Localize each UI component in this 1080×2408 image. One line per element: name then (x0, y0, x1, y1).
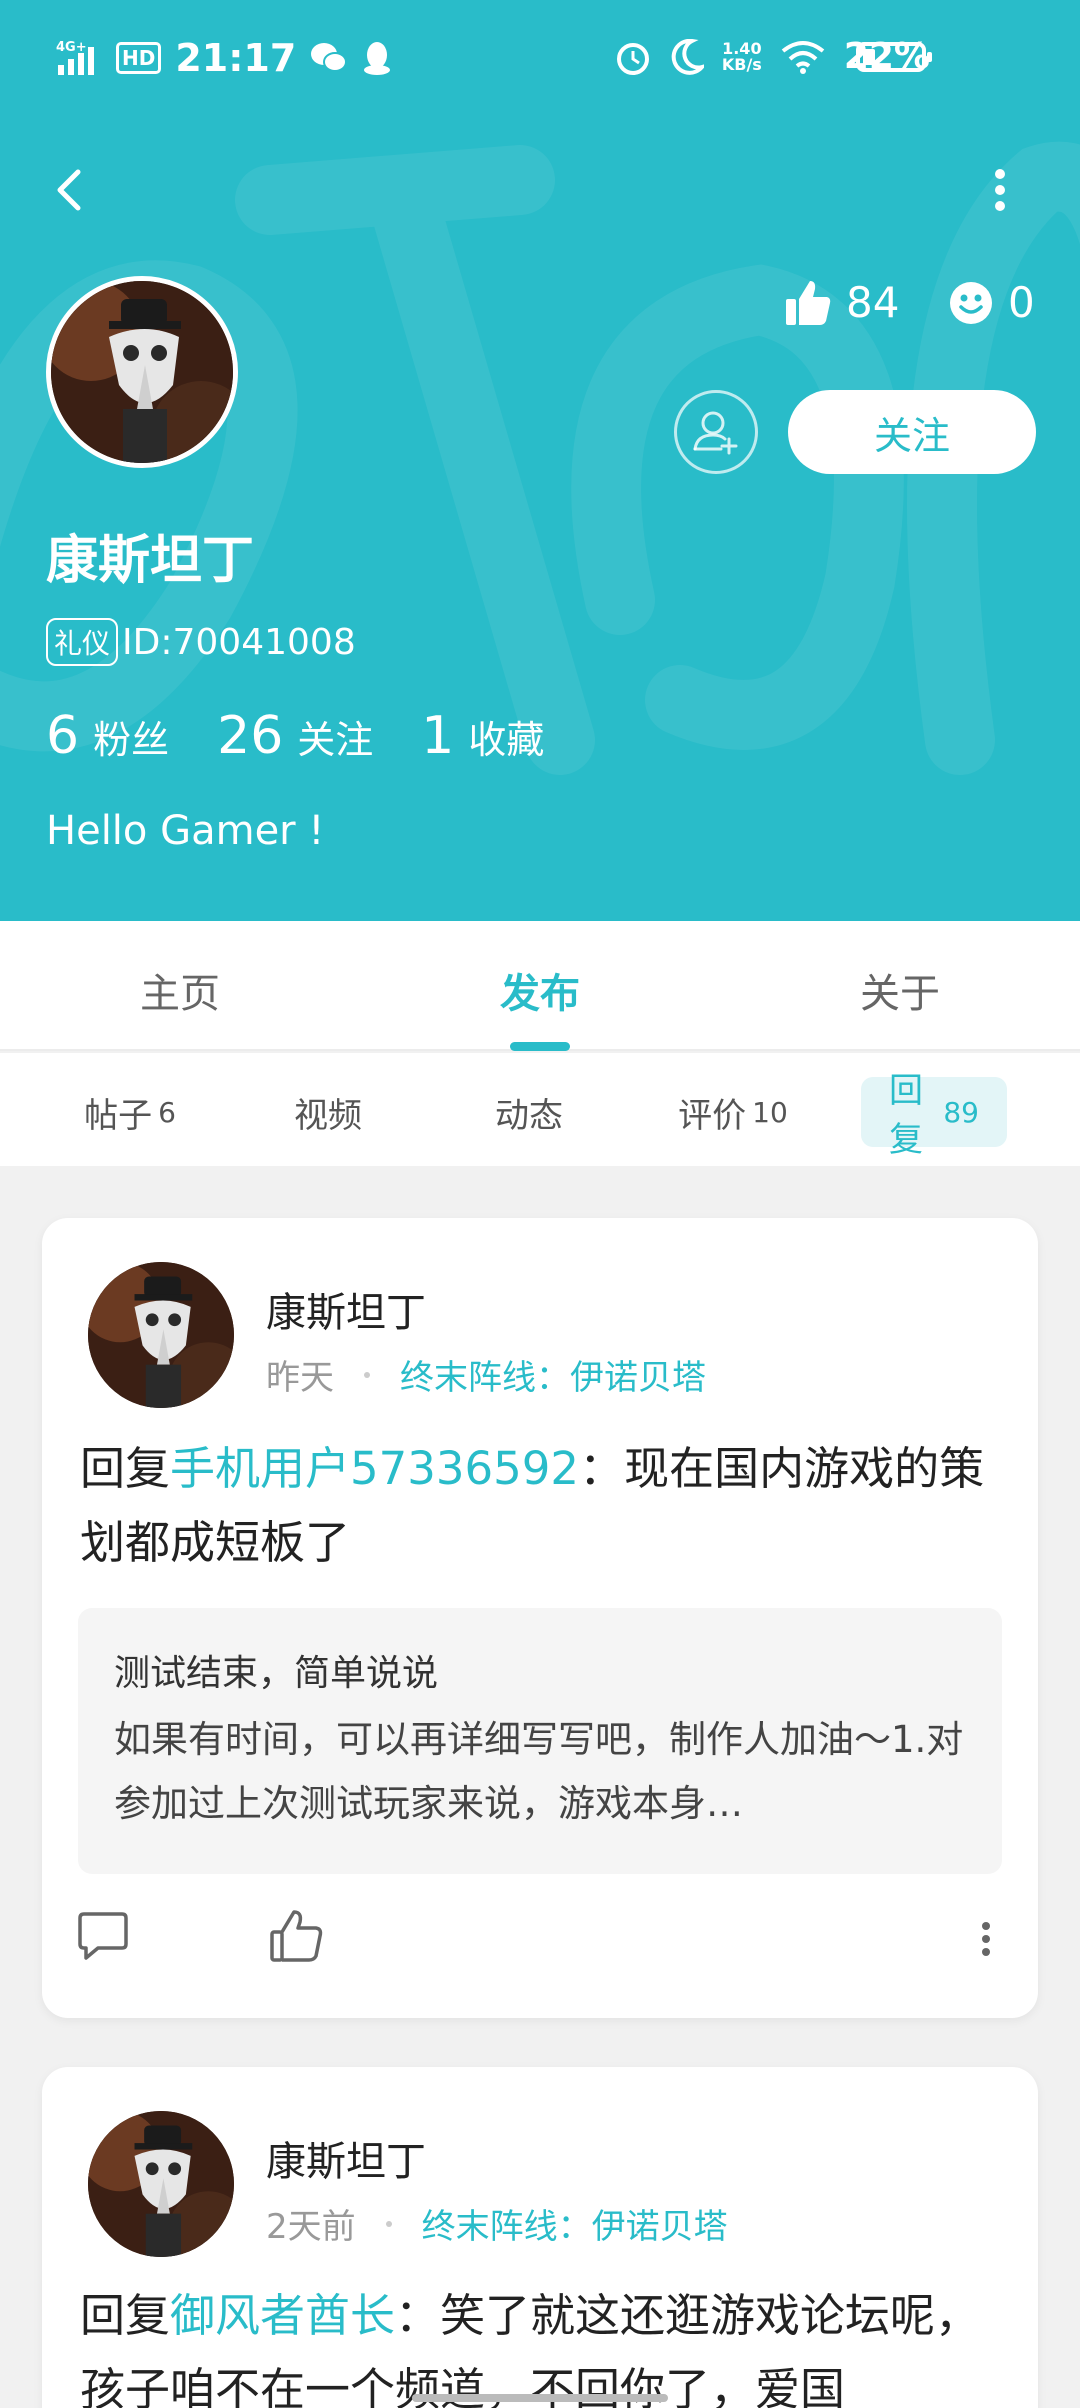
like-button[interactable] (262, 1902, 332, 1972)
active-tab-indicator (510, 1042, 570, 1051)
mention-link[interactable]: 手机用户57336592 (170, 1442, 579, 1495)
post-time: 昨天 (266, 1358, 334, 1398)
smile-icon (950, 281, 992, 324)
subtab-moments[interactable]: 动态 (495, 1077, 563, 1147)
tab-about[interactable]: 关于 (860, 961, 940, 1019)
avatar-image (88, 2111, 234, 2257)
back-button[interactable] (40, 160, 100, 220)
emoji-stat: 0 (948, 278, 1035, 327)
wifi-icon (781, 40, 825, 74)
subtab-videos[interactable]: 视频 (294, 1077, 362, 1147)
profile-tabs: 主页 发布 关于 (0, 921, 1080, 1051)
meta-separator (364, 1371, 370, 1378)
hd-badge: HD (116, 42, 162, 74)
game-link[interactable]: 终末阵线：伊诺贝塔 (422, 2199, 728, 2248)
profile-id-row: 礼仪 ID:70041008 (46, 618, 356, 666)
following-count[interactable]: 26 (217, 706, 283, 766)
subtab-replies[interactable]: 回复 89 (861, 1071, 1007, 1160)
profile-counts: 6 粉丝 26 关注 1 收藏 (46, 706, 592, 766)
subtab-threads[interactable]: 帖子 6 (84, 1077, 176, 1147)
fans-count[interactable]: 6 (46, 706, 79, 766)
post-time: 2天前 (266, 2207, 356, 2247)
favorites-label[interactable]: 收藏 (468, 709, 544, 764)
avatar-image (51, 281, 233, 463)
battery-icon (856, 42, 932, 72)
add-friend-icon (693, 411, 738, 455)
comment-button[interactable] (68, 1902, 138, 1972)
reply-text[interactable]: 回复御风者酋长：笑了就这还逛游戏论坛呢，孩子咱不在一个频道，不回你了，爱国 (80, 2279, 1000, 2408)
clock: 21:17 (175, 36, 297, 80)
profile-header: 4G+ HD 21:17 1.40 KB/s 22% 84 0 关注 康斯坦丁 … (0, 0, 1080, 921)
game-link[interactable]: 终末阵线：伊诺贝塔 (400, 1350, 706, 1399)
author-avatar[interactable] (88, 1262, 234, 1408)
profile-bio: Hello Gamer ! (46, 808, 325, 854)
signal-icon: 4G+ (56, 40, 94, 75)
net-speed: 1.40 KB/s (721, 38, 762, 74)
author-name[interactable]: 康斯坦丁 (266, 2129, 426, 2187)
following-label[interactable]: 关注 (297, 709, 373, 764)
quoted-post[interactable]: 测试结束，简单说说 如果有时间，可以再详细写写吧，制作人加油～1.对参加过上次测… (78, 1608, 1002, 1874)
profile-name: 康斯坦丁 (46, 531, 255, 591)
fans-label[interactable]: 粉丝 (93, 709, 169, 764)
follow-button[interactable]: 关注 (788, 390, 1036, 474)
gesture-bar[interactable] (412, 2394, 668, 2402)
svg-text:4G+: 4G+ (56, 40, 87, 55)
post-more-button[interactable] (966, 1916, 1006, 1962)
reply-text[interactable]: 回复手机用户57336592：现在国内游戏的策划都成短板了 (80, 1432, 1000, 1580)
avatar-image (88, 1262, 234, 1408)
add-friend-button[interactable] (674, 390, 758, 474)
post-meta: 昨天 终末阵线：伊诺贝塔 (266, 1350, 706, 1399)
tab-home[interactable]: 主页 (140, 961, 220, 1019)
mention-link[interactable]: 御风者酋长 (170, 2289, 395, 2342)
quoted-body: 如果有时间，可以再详细写写吧，制作人加油～1.对参加过上次测试玩家来说，游戏本身… (114, 1718, 964, 1825)
author-name[interactable]: 康斯坦丁 (266, 1280, 426, 1338)
more-options-button[interactable] (980, 160, 1020, 220)
reply-card[interactable]: 康斯坦丁 2天前 终末阵线：伊诺贝塔 回复御风者酋长：笑了就这还逛游戏论坛呢，孩… (42, 2067, 1038, 2408)
subtab-reviews[interactable]: 评价 10 (678, 1077, 788, 1147)
content-filter-tabs: 帖子 6 视频 动态 评价 10 回复 89 (0, 1053, 1080, 1166)
alarm-icon (616, 42, 649, 75)
meta-separator (385, 2220, 392, 2227)
thumbs-up-icon (786, 280, 831, 325)
quoted-title: 测试结束，简单说说 (114, 1653, 439, 1694)
etiquette-badge: 礼仪 (46, 618, 119, 666)
like-stat: 84 (784, 278, 899, 327)
profile-avatar[interactable] (46, 276, 238, 468)
wechat-icon (311, 43, 348, 72)
profile-id: ID:70041008 (122, 621, 356, 663)
status-bar: 4G+ HD 21:17 1.40 KB/s 22% (0, 0, 1080, 120)
author-avatar[interactable] (88, 2111, 234, 2257)
moon-icon (671, 38, 704, 75)
reply-card[interactable]: 康斯坦丁 昨天 终末阵线：伊诺贝塔 回复手机用户57336592：现在国内游戏的… (42, 1218, 1038, 2018)
qq-icon (364, 42, 391, 75)
post-meta: 2天前 终末阵线：伊诺贝塔 (266, 2199, 728, 2248)
favorites-count[interactable]: 1 (421, 706, 454, 766)
tab-posts[interactable]: 发布 (500, 961, 580, 1019)
